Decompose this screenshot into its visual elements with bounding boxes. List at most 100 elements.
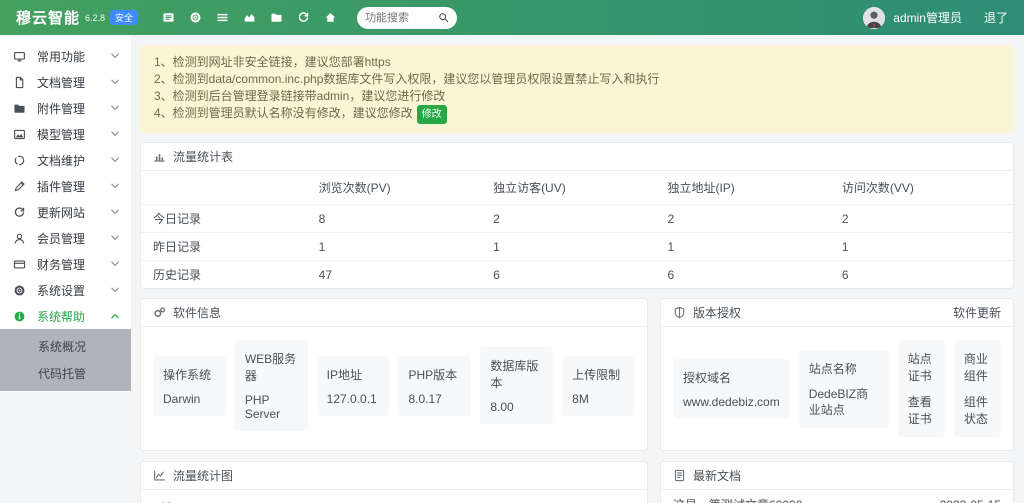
sidebar-item-plugin-management[interactable]: 插件管理 [0, 173, 131, 199]
area-chart-icon[interactable] [243, 11, 256, 24]
version-label: 6.2.8 [85, 13, 105, 23]
sidebar-item-update-website[interactable]: 更新网站 [0, 199, 131, 225]
avatar[interactable] [863, 7, 885, 29]
submenu-item-system-overview[interactable]: 系统概况 [0, 333, 131, 360]
chevron-down-icon [111, 209, 119, 215]
username-label: admin管理员 [893, 9, 962, 26]
model-chart-icon [13, 128, 26, 141]
component-status-link[interactable]: 组件状态 [964, 393, 991, 427]
chevron-down-icon [111, 131, 119, 137]
top-bar: 穆云智能 6.2.8 安全 admin管理员 退了 [0, 0, 1024, 35]
sidebar-item-member-management[interactable]: 会员管理 [0, 225, 131, 251]
traffic-table: 浏览次数(PV) 独立访客(UV) 独立地址(IP) 访问次数(VV) 今日记录… [141, 171, 1013, 288]
card-header: 版本授权 软件更新 [661, 299, 1013, 327]
col-empty [141, 171, 307, 205]
sidebar-item-system-help[interactable]: 系统帮助 [0, 303, 131, 329]
app-logo: 穆云智能 [16, 7, 80, 28]
card-icon [13, 258, 26, 271]
sidebar-item-attachment-management[interactable]: 附件管理 [0, 95, 131, 121]
function-search [357, 7, 457, 29]
authorization-body: 授权域名www.dedebiz.com 站点名称DedeBIZ商业站点 站点证书… [661, 327, 1013, 450]
sidebar-item-model-management[interactable]: 模型管理 [0, 121, 131, 147]
sidebar-item-document-management[interactable]: 文档管理 [0, 69, 131, 95]
doc-list-icon [673, 469, 686, 482]
doc-title-link[interactable]: 这是一篇测试文章60000 [673, 496, 802, 503]
menu-icon[interactable] [216, 11, 229, 24]
info-box-site-name: 站点名称DedeBIZ商业站点 [799, 350, 889, 428]
refresh-icon [13, 206, 26, 219]
sidebar-item-document-maintenance[interactable]: 文档维护 [0, 147, 131, 173]
circle-icon [13, 154, 26, 167]
sidebar-item-common-functions[interactable]: 常用功能 [0, 43, 131, 69]
pen-icon [13, 180, 26, 193]
chevron-down-icon [111, 261, 119, 267]
monitor-icon [13, 50, 26, 63]
software-update-link[interactable]: 软件更新 [953, 304, 1001, 321]
sidebar-item-system-settings[interactable]: 系统设置 [0, 277, 131, 303]
info-box-commercial-component: 商业组件组件状态 [954, 340, 1001, 437]
info-box-upload: 上传限制8M [562, 356, 635, 416]
document-icon [13, 76, 26, 89]
card-header: 最新文档 [661, 462, 1013, 490]
info-box-os: 操作系统Darwin [153, 356, 226, 416]
refresh-icon[interactable] [297, 11, 310, 24]
col-vv: 访问次数(VV) [830, 171, 1013, 205]
sidebar: 常用功能 文档管理 附件管理 模型管理 文档维护 [0, 35, 131, 503]
chevron-down-icon [111, 183, 119, 189]
chevron-down-icon [111, 287, 119, 293]
main-content: 1、检测到网址非安全链接，建议您部署https 2、检测到data/common… [131, 35, 1024, 503]
card-header: 流量统计表 [141, 143, 1013, 171]
top-icon-bar [162, 11, 337, 24]
system-help-submenu: 系统概况 代码托管 [0, 329, 131, 391]
sidebar-item-finance-management[interactable]: 财务管理 [0, 251, 131, 277]
traffic-chart-card: 流量统计图 2520 [140, 461, 648, 503]
card-title: 软件信息 [173, 304, 221, 321]
table-row: 昨日记录 1 1 1 1 [141, 233, 1013, 261]
latest-docs-list: 这是一篇测试文章60000 2023-05-15 这是一篇测试文章59999 2… [661, 490, 1013, 503]
info-box-php: PHP版本8.0.17 [398, 356, 471, 416]
info-box-site-cert: 站点证书查看证书 [898, 340, 945, 437]
bar-chart-icon [153, 150, 166, 163]
card-title: 版本授权 [693, 304, 741, 321]
shield-icon [673, 306, 686, 319]
card-header: 流量统计图 [141, 462, 647, 490]
info-box-ip: IP地址127.0.0.1 [317, 356, 390, 416]
doc-row: 这是一篇测试文章60000 2023-05-15 [661, 490, 1013, 503]
software-info-card: 软件信息 操作系统Darwin WEB服务器PHP Server IP地址127… [140, 298, 648, 451]
chevron-down-icon [111, 157, 119, 163]
line-chart-icon [153, 469, 166, 482]
view-cert-link[interactable]: 查看证书 [908, 393, 935, 427]
warning-line: 4、检测到管理员默认名称没有修改，建议您修改修改 [154, 105, 1000, 124]
warning-line: 3、检测到后台管理登录链接带admin，建议您进行修改 [154, 88, 1000, 105]
chevron-down-icon [111, 79, 119, 85]
authorization-card: 版本授权 软件更新 授权域名www.dedebiz.com 站点名称DedeBI… [660, 298, 1014, 451]
security-warnings: 1、检测到网址非安全链接，建议您部署https 2、检测到data/common… [140, 45, 1014, 133]
card-title: 流量统计表 [173, 148, 233, 165]
folder-icon[interactable] [270, 11, 283, 24]
table-row: 历史记录 47 6 6 6 [141, 261, 1013, 289]
user-icon [13, 232, 26, 245]
table-row: 今日记录 8 2 2 2 [141, 205, 1013, 233]
warning-line: 1、检测到网址非安全链接，建议您部署https [154, 54, 1000, 71]
home-icon[interactable] [324, 11, 337, 24]
col-ip: 独立地址(IP) [655, 171, 829, 205]
traffic-stats-table-card: 流量统计表 浏览次数(PV) 独立访客(UV) 独立地址(IP) 访问次数(VV… [140, 142, 1014, 289]
info-icon [13, 310, 26, 323]
card-title: 最新文档 [693, 467, 741, 484]
submenu-item-code-hosting[interactable]: 代码托管 [0, 360, 131, 387]
software-info-body: 操作系统Darwin WEB服务器PHP Server IP地址127.0.0.… [141, 327, 647, 444]
chevron-up-icon [111, 313, 119, 319]
chevron-down-icon [111, 53, 119, 59]
safe-badge[interactable]: 安全 [110, 10, 138, 25]
traffic-line-chart: 2520 [149, 494, 637, 503]
logout-button[interactable]: 退了 [984, 9, 1008, 26]
gears-icon [153, 306, 166, 319]
user-area: admin管理员 退了 [863, 7, 1008, 29]
latest-docs-card: 最新文档 这是一篇测试文章60000 2023-05-15 这是一篇测试文章59… [660, 461, 1014, 503]
edit-button[interactable]: 修改 [417, 105, 447, 124]
search-input[interactable] [365, 12, 435, 24]
gear-icon[interactable] [189, 11, 202, 24]
search-icon[interactable] [438, 12, 449, 23]
panels-icon[interactable] [162, 11, 175, 24]
card-header: 软件信息 [141, 299, 647, 327]
